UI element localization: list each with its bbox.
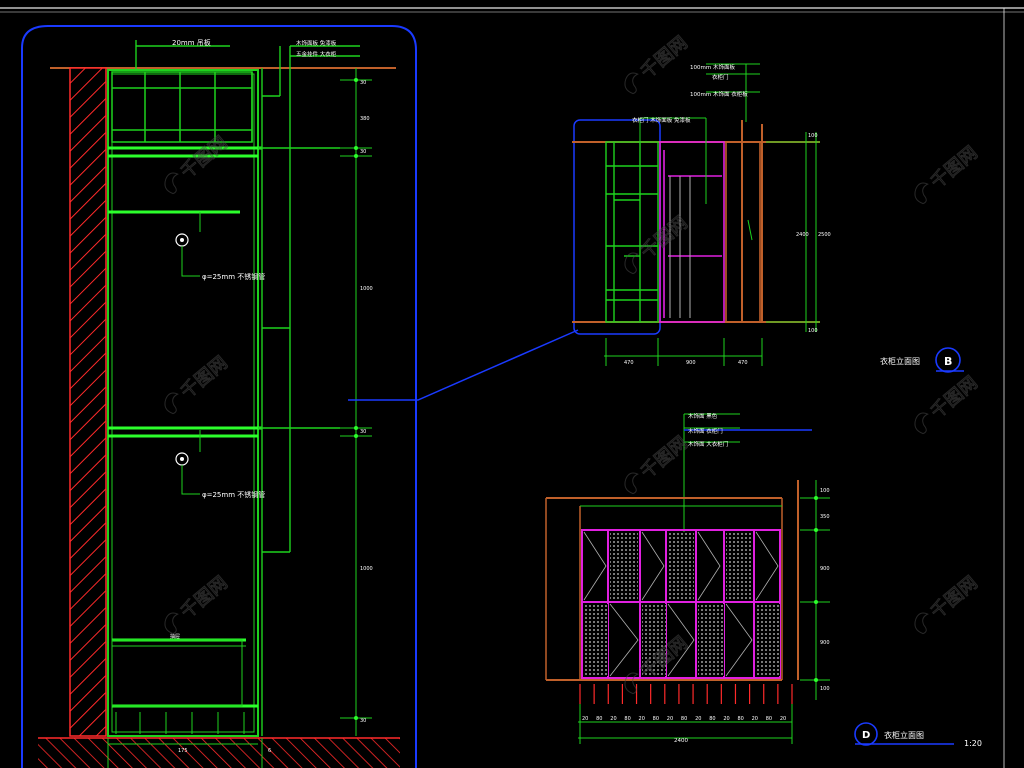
right-note-2: 五金挂件 大衣柜 xyxy=(296,50,337,58)
cad-drawing-canvas: 20mm 吊板 木饰面板 免漆板 五金挂件 大衣柜 φ=25mm 不锈钢管 φ=… xyxy=(0,7,1024,768)
dim-left-5: 1000 xyxy=(360,566,373,572)
detail-callout-line xyxy=(348,329,579,401)
rod-note-2: φ=25mm 不锈钢管 xyxy=(202,490,265,499)
watermark-text: 千图网 xyxy=(927,572,982,623)
qiantu-logo-icon: 千图网 xyxy=(914,372,982,435)
b-mid-note: 衣柜门 木饰面板 免漆板 xyxy=(632,116,691,124)
d-title: 衣柜立面图 xyxy=(884,730,924,740)
rod-note-1: φ=25mm 不锈钢管 xyxy=(202,272,265,281)
d-note-3: 木饰面 大衣柜门 xyxy=(688,440,728,448)
d-bottom-dim-label: 80 xyxy=(653,716,659,722)
section-tag-b: B xyxy=(935,347,964,373)
b-dim-b2: 470 xyxy=(738,360,748,366)
b-dim-r1: 2400 xyxy=(796,232,809,238)
b-title: 衣柜立面图 xyxy=(880,356,920,366)
left-section-view: 20mm 吊板 木饰面板 免漆板 五金挂件 大衣柜 φ=25mm 不锈钢管 φ=… xyxy=(21,25,579,768)
d-bottom-ticks xyxy=(579,684,793,704)
d-total-dim: 2400 xyxy=(674,738,688,744)
d-bottom-dim-label: 20 xyxy=(610,716,616,722)
top-note: 20mm 吊板 xyxy=(172,38,211,47)
d-dim-r1: 350 xyxy=(820,514,830,520)
d-bottom-dim-label: 20 xyxy=(695,716,701,722)
watermark-text: 千图网 xyxy=(927,372,982,423)
d-bottom-dim-label: 80 xyxy=(709,716,715,722)
b-dim-r2: 2500 xyxy=(818,232,831,238)
d-bottom-dim-label: 80 xyxy=(624,716,630,722)
elevation-b-view: 100mm 木饰面板 衣柜门 100mm 木饰面 衣柜板 衣柜门 木饰面板 免漆… xyxy=(572,63,964,373)
d-note-1: 木饰面 黑色 xyxy=(688,412,718,420)
b-note-2: 衣柜门 xyxy=(712,73,729,81)
d-bottom-dim-label: 20 xyxy=(723,716,729,722)
svg-text:B: B xyxy=(944,355,952,368)
watermark-text: 千图网 xyxy=(637,32,692,83)
d-dim-r4: 100 xyxy=(820,686,830,692)
floor-hatch xyxy=(38,738,400,768)
wall-hatch xyxy=(69,67,107,737)
drawing-frame xyxy=(0,7,1024,768)
qiantu-logo-icon: 千图网 xyxy=(164,572,232,635)
dim-left-2: 30 xyxy=(360,149,366,155)
b-dim-b0: 470 xyxy=(624,360,634,366)
d-dim-r2: 900 xyxy=(820,566,830,572)
d-bottom-dim-label: 80 xyxy=(766,716,772,722)
dim-left-0: 30 xyxy=(360,80,366,86)
svg-text:D: D xyxy=(862,730,870,741)
dim-left-6: 30 xyxy=(360,718,366,724)
qiantu-logo-icon: 千图网 xyxy=(624,432,692,495)
bottom-dim-0: 175 xyxy=(178,748,188,754)
qiantu-logo-icon: 千图网 xyxy=(624,212,692,275)
d-bottom-dim-label: 80 xyxy=(737,716,743,722)
detail-viewport xyxy=(573,119,661,335)
d-bottom-dim-label: 20 xyxy=(667,716,673,722)
d-bottom-dim-label: 80 xyxy=(596,716,602,722)
d-bottom-dim-label: 20 xyxy=(752,716,758,722)
b-note-1: 100mm 木饰面板 xyxy=(690,63,735,71)
d-note-2: 木饰面 衣柜门 xyxy=(688,427,723,435)
qiantu-logo-icon: 千图网 xyxy=(914,572,982,635)
d-bottom-dims: 20 80 20 80 20 80 20 80 20 80 20 80 20 80 20 xyxy=(582,716,786,722)
qiantu-logo-icon: 千图网 xyxy=(914,142,982,205)
watermark-layer: 千图网千图网千图网千图网千图网千图网千图网千图网千图网千图网 xyxy=(164,32,982,695)
elevation-d-view: 木饰面 黑色 木饰面 衣柜门 木饰面 大衣柜门 100 350 900 900 … xyxy=(545,412,982,748)
watermark-text: 千图网 xyxy=(927,142,982,193)
d-scale: 1:20 xyxy=(964,739,982,748)
dim-left-1: 380 xyxy=(360,116,370,122)
d-bottom-dim-label: 20 xyxy=(780,716,786,722)
right-note-1: 木饰面板 免漆板 xyxy=(296,39,337,47)
d-dim-r0: 100 xyxy=(820,488,830,494)
d-bottom-dim-label: 20 xyxy=(639,716,645,722)
b-dim-r3: 100 xyxy=(808,328,818,334)
watermark-text: 千图网 xyxy=(177,352,232,403)
bottom-dim-1: 6 xyxy=(268,748,271,754)
dim-left-3: 1000 xyxy=(360,286,373,292)
qiantu-logo-icon: 千图网 xyxy=(624,32,692,95)
watermark-text: 千图网 xyxy=(177,132,232,183)
b-dim-b1: 900 xyxy=(686,360,696,366)
b-note-3: 100mm 木饰面 衣柜板 xyxy=(690,90,748,98)
qiantu-logo-icon: 千图网 xyxy=(164,352,232,415)
dim-left-4: 30 xyxy=(360,429,366,435)
watermark-text: 千图网 xyxy=(177,572,232,623)
drawer-note: 抽屉 xyxy=(170,633,180,640)
d-dim-r3: 900 xyxy=(820,640,830,646)
d-bottom-dim-label: 80 xyxy=(681,716,687,722)
b-dim-r0: 100 xyxy=(808,133,818,139)
d-bottom-dim-label: 20 xyxy=(582,716,588,722)
